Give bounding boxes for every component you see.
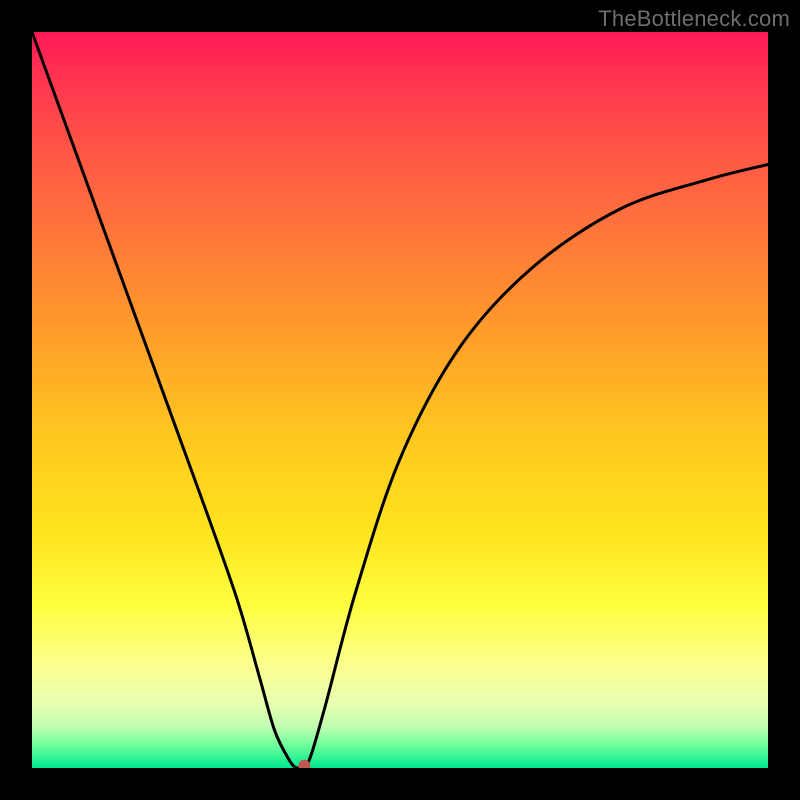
- curve-svg: [32, 32, 768, 768]
- plot-area: [32, 32, 768, 768]
- bottleneck-curve: [32, 32, 768, 768]
- chart-container: TheBottleneck.com: [0, 0, 800, 800]
- watermark-text: TheBottleneck.com: [598, 6, 790, 32]
